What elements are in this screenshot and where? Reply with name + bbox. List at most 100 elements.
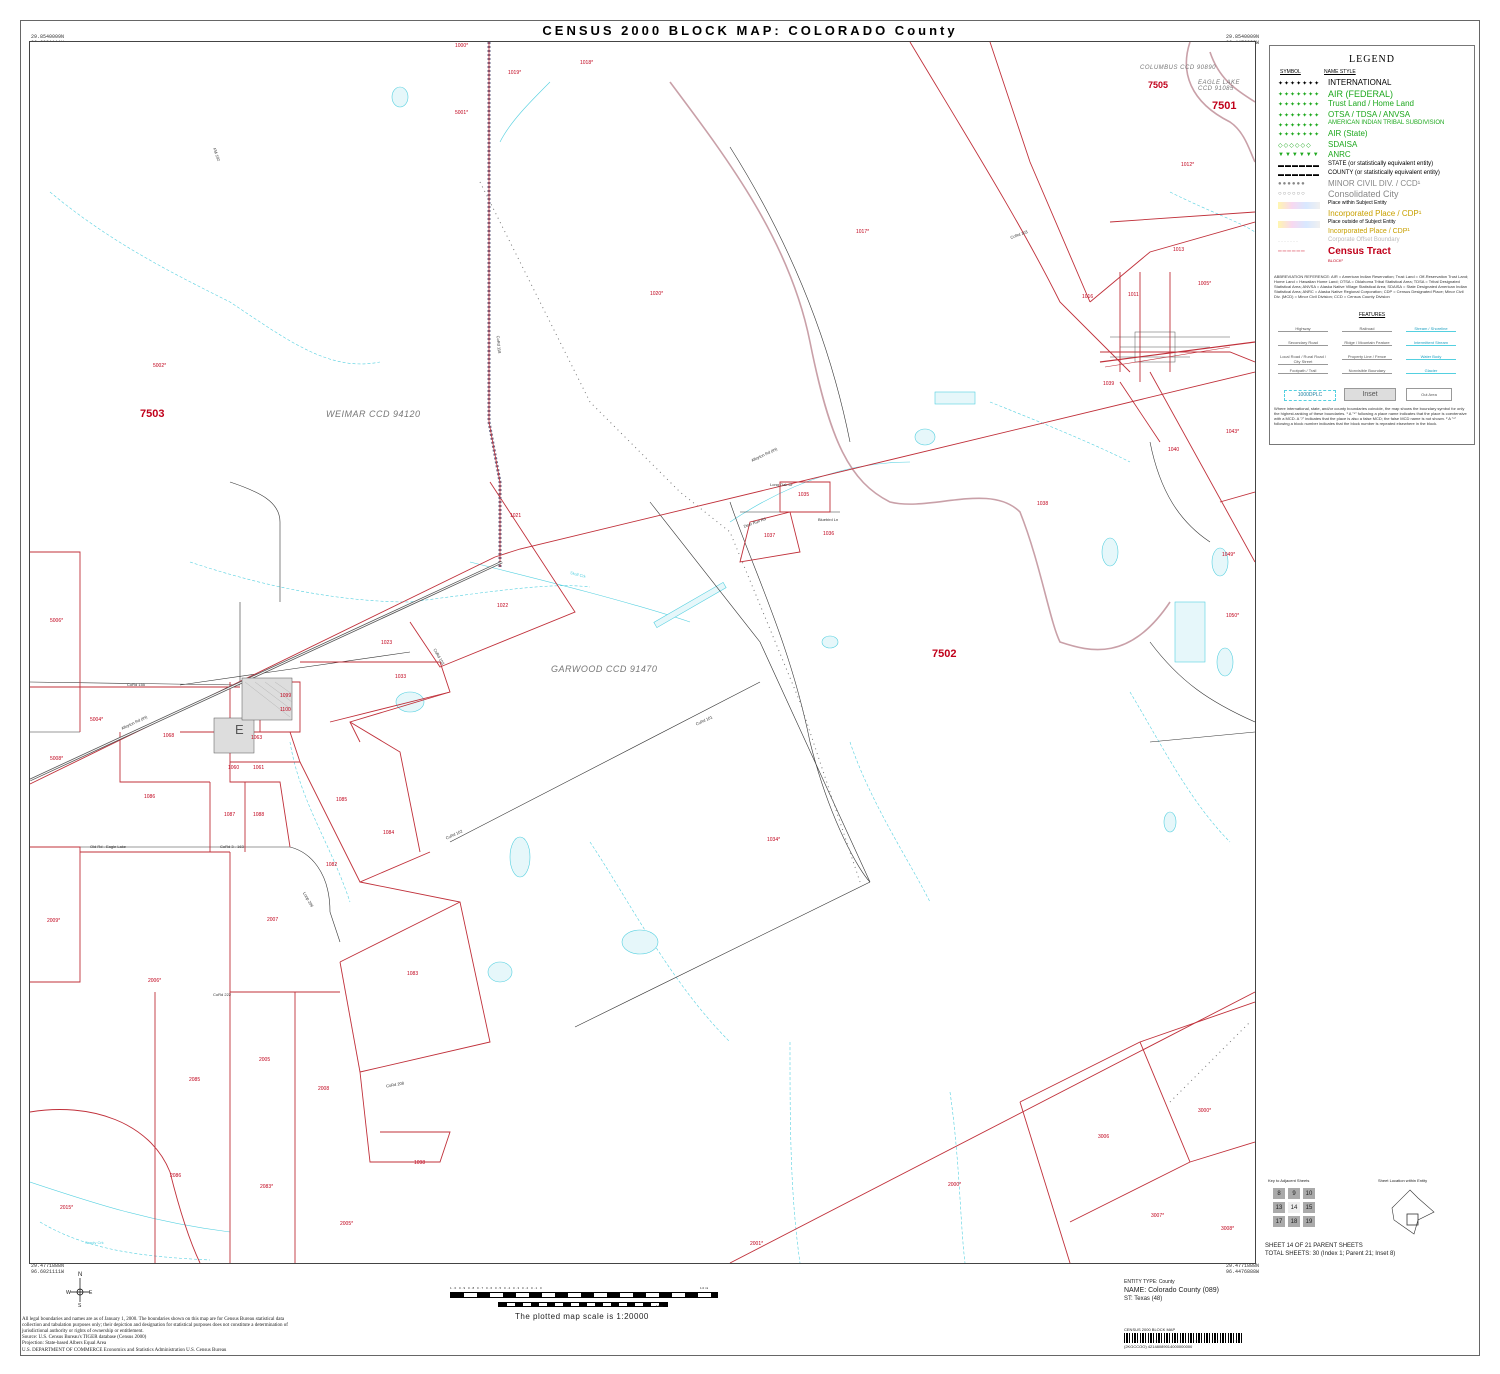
legend-symbol: ✦✦✦✦✦✦✦ <box>1278 91 1320 98</box>
legend-inset-box: 1000DPLC <box>1284 390 1336 401</box>
sheet-number: SHEET 14 OF 21 PARENT SHEETS <box>1265 1243 1363 1249</box>
entity-state: ST: Texas (48) <box>1124 1296 1163 1302</box>
legend-name: Incorporated Place / CDP¹ <box>1328 228 1410 235</box>
block-number: 1005* <box>1198 281 1212 287</box>
block-number: 1035 <box>798 492 810 498</box>
road-label: CoRd 222 <box>213 992 232 997</box>
ccd-label: EAGLE LAKE CCD 91085 <box>1198 80 1241 92</box>
block-number: 3000* <box>1198 1108 1212 1114</box>
legend-inset-box: Out Area <box>1406 388 1452 401</box>
legend-item: ✦✦✦✦✦✦✦ AIR (State) <box>1274 129 1470 139</box>
legend-symbol <box>1278 221 1320 228</box>
feature-item: Property Line / Fence <box>1342 354 1392 360</box>
key-sheet-cell[interactable]: 10 <box>1302 1187 1316 1200</box>
key-sheet-cell[interactable]: 9 <box>1287 1187 1301 1200</box>
map-title: CENSUS 2000 BLOCK MAP: COLORADO County <box>542 23 958 38</box>
block-number: 1099 <box>280 693 292 699</box>
key-sheet-cell[interactable]: 8 <box>1272 1187 1286 1200</box>
block-number: 2000* <box>948 1182 962 1188</box>
block-number: 5002* <box>153 363 167 369</box>
map-canvas[interactable]: 7503 7502 7505 7501 WEIMAR CCD 94120 GAR… <box>29 41 1256 1264</box>
legend-heading: LEGEND <box>1349 54 1395 65</box>
key-sheet-cell[interactable]: 15 <box>1302 1201 1316 1214</box>
block-number: 5001* <box>455 110 469 116</box>
block-number: 2007 <box>267 917 279 923</box>
legend-item: BLOCK² <box>1274 258 1470 268</box>
block-number: 1049* <box>1222 552 1236 558</box>
block-number: 1087 <box>224 812 236 818</box>
block-number: 1021 <box>510 513 522 519</box>
block-number: 2085 <box>189 1077 201 1083</box>
legend-name: Place within Subject Entity <box>1328 199 1387 206</box>
block-number: 1060 <box>228 765 240 771</box>
scale-ticks-top: 1.0 0.9 0.8 0.7 0.6 0.5 0.4 0.3 0.2 0.1 … <box>450 1286 543 1290</box>
block-number: 1063 <box>251 735 263 741</box>
projection-text: Projection: State-based Albers Equal Are… <box>22 1341 107 1346</box>
block-number: 1023 <box>381 640 393 646</box>
key-sheet-cell[interactable]: 14 <box>1287 1201 1301 1214</box>
block-number: 1082 <box>326 862 338 868</box>
feature-item: Railroad <box>1342 326 1392 332</box>
scale-bar-km <box>498 1302 668 1307</box>
compass-s: S <box>78 1303 82 1309</box>
block-number: 2008 <box>318 1086 330 1092</box>
legend-symbol: ······· <box>1278 239 1299 245</box>
tract-label: 7502 <box>932 648 957 660</box>
feature-item: Secondary Road <box>1278 340 1328 346</box>
scale-bar-miles <box>450 1292 718 1298</box>
legend-symbol: ━━━━━━ <box>1278 249 1306 255</box>
block-number: 1088 <box>253 812 265 818</box>
block-number: 1085 <box>336 797 348 803</box>
features-heading: FEATURES <box>1358 312 1386 318</box>
block-number: 1017* <box>856 229 870 235</box>
legend-panel: LEGEND SYMBOL NAME STYLE ✦✦✦✦✦✦✦ INTERNAT… <box>1269 45 1475 445</box>
map-linework <box>30 42 1255 1263</box>
block-number: 2005* <box>340 1221 354 1227</box>
feature-item: Stream / Shoreline <box>1406 326 1456 332</box>
key-sheet-cell[interactable]: 17 <box>1272 1215 1286 1228</box>
legend-item: ✦✦✦✦✦✦✦ INTERNATIONAL <box>1274 78 1470 88</box>
key-sheets-title: Key to Adjacent Sheets <box>1268 1178 1310 1183</box>
block-number: 1036 <box>823 531 835 537</box>
road-label: Bluebird Ln <box>818 517 839 522</box>
feature-item: Footpath / Trail <box>1278 368 1328 374</box>
legend-name: OTSA / TDSA / ANVSA <box>1328 109 1411 119</box>
tract-label: 7501 <box>1212 100 1237 112</box>
legend-item: ●●●●●● MINOR CIVIL DIV. / CCD¹ <box>1274 179 1470 189</box>
block-number: 1022 <box>497 603 509 609</box>
feature-item: Glacier <box>1406 368 1456 374</box>
legend-name: AIR (FEDERAL) <box>1328 88 1394 99</box>
block-number: 3007* <box>1151 1213 1165 1219</box>
barcode-title: CENSUS 2000 BLOCK MAP <box>1124 1327 1176 1332</box>
legend-notes: Where international, state, and/or count… <box>1274 406 1467 426</box>
legend-name: Place outside of Subject Entity <box>1328 219 1396 225</box>
feature-item: Nonvisible Boundary <box>1342 368 1392 374</box>
barcode <box>1124 1333 1244 1343</box>
block-number: 2083* <box>260 1184 274 1190</box>
key-sheet-cell[interactable]: 18 <box>1287 1215 1301 1228</box>
legend-name: Trust Land / Home Land <box>1328 99 1414 108</box>
key-sheet-cell[interactable]: 19 <box>1302 1215 1316 1228</box>
key-sheet-cell[interactable]: 13 <box>1272 1201 1286 1214</box>
road-label: Old Rd - Eagle Lake <box>90 844 127 849</box>
legend-item: ✦✦✦✦✦✦✦ OTSA / TDSA / ANVSA <box>1274 110 1470 120</box>
legend-symbol: ▬▬▬▬▬▬ <box>1278 162 1320 169</box>
coord-bottom-right: 29.4771888N 96.4476888W <box>1226 1263 1260 1275</box>
block-number: 3006 <box>1098 1134 1110 1140</box>
legend-symbol <box>1278 201 1320 209</box>
block-number: 5008* <box>50 756 64 762</box>
feature-item: Water Body <box>1406 354 1456 360</box>
block-number: 1018* <box>580 60 594 66</box>
road-label: CoRd 3 - 163 <box>220 844 244 849</box>
block-number: 1039 <box>1103 381 1115 387</box>
coord-bottom-left: 29.4771888N 96.6021111W <box>31 1263 65 1275</box>
road-label: Long Oak Dr <box>770 482 793 487</box>
legend-abbreviations: ABBREVIATION REFERENCE: AIR = American I… <box>1274 274 1469 299</box>
scale-text: The plotted map scale is 1:20000 <box>515 1312 649 1321</box>
block-number: 1084 <box>383 830 395 836</box>
block-number: 1037 <box>764 533 776 539</box>
key-sheets-grid: 8 9 10 13 14 15 17 18 19 <box>1272 1187 1317 1229</box>
compass-n: N <box>78 1272 83 1278</box>
legend-name: Census Tract <box>1328 246 1391 257</box>
feature-item: Local Road / Rural Road / City Street <box>1278 354 1328 365</box>
